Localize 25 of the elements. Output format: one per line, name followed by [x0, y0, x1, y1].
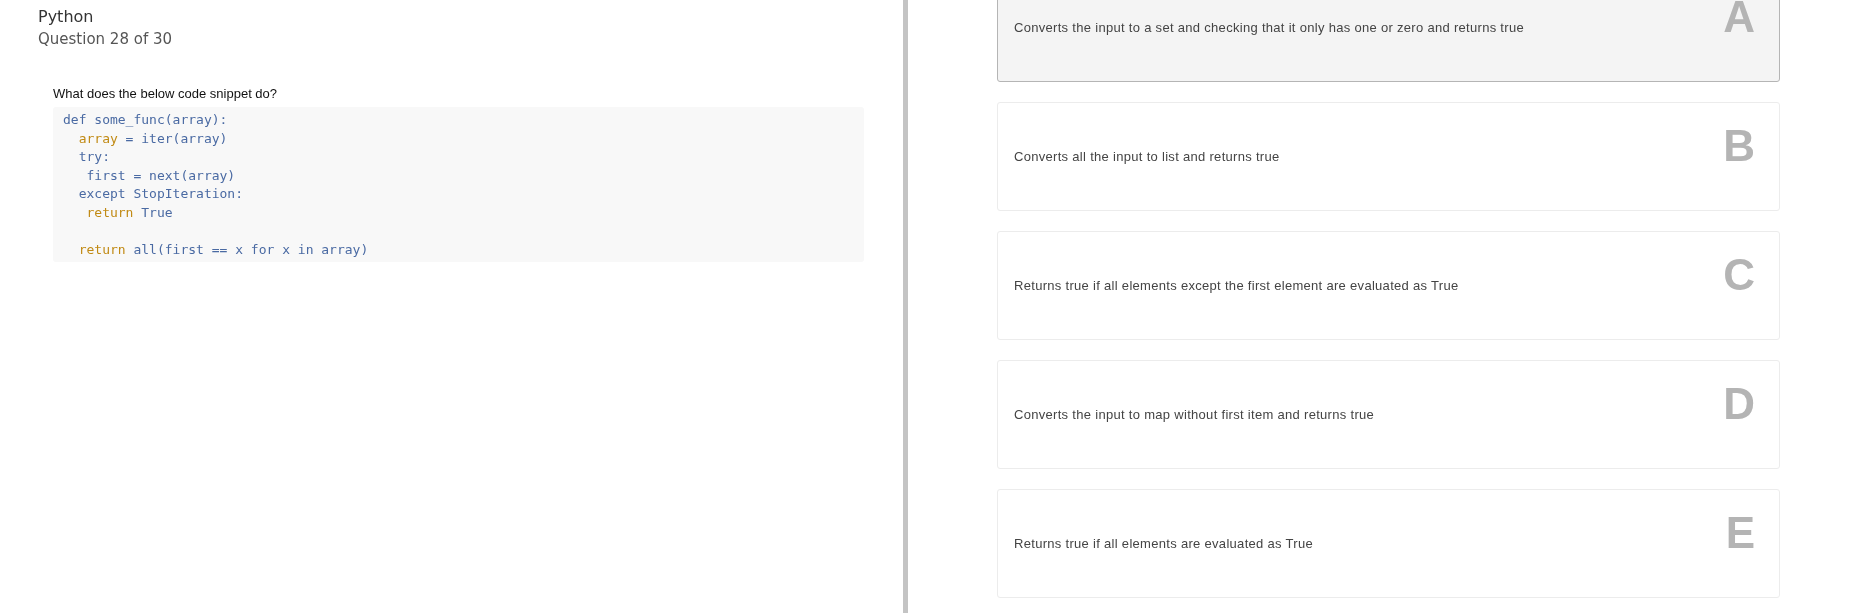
- code-line: except StopIteration:: [77, 185, 244, 204]
- answer-letter: D: [1723, 378, 1755, 429]
- answer-option[interactable]: Converts all the input to list and returns true B: [997, 102, 1780, 211]
- code-line: def some_func(array):: [63, 111, 229, 129]
- code-line: first = next(array): [85, 166, 237, 185]
- answer-option[interactable]: Converts the input to a set and checking that it only has one or zero and returns true A: [997, 0, 1780, 82]
- question-prompt: What does the below code snippet do?: [53, 85, 279, 103]
- answer-text: Returns true if all elements are evaluated as True: [1014, 536, 1313, 551]
- answer-text: Returns true if all elements except the first element are evaluated as True: [1014, 278, 1459, 293]
- answer-letter: B: [1723, 120, 1755, 171]
- code-line: array = iter(array): [77, 129, 229, 148]
- code-line: return True: [85, 203, 174, 222]
- code-line: return all(first == x for x in array): [77, 241, 370, 260]
- question-counter: Question 28 of 30: [38, 29, 174, 50]
- answer-option[interactable]: Returns true if all elements are evaluated as True E: [997, 489, 1780, 598]
- answer-letter: C: [1723, 249, 1755, 300]
- code-line: try:: [77, 148, 111, 167]
- answer-letter: E: [1725, 507, 1755, 558]
- subject-title: Python: [38, 6, 95, 28]
- answer-letter: A: [1723, 0, 1755, 42]
- answer-option[interactable]: Converts the input to map without first item and returns true D: [997, 360, 1780, 469]
- answer-option[interactable]: Returns true if all elements except the first element are evaluated as True C: [997, 231, 1780, 340]
- answer-text: Converts the input to map without first item and returns true: [1014, 407, 1375, 422]
- answer-text: Converts all the input to list and returns true: [1014, 149, 1280, 164]
- answer-text: Converts the input to a set and checking that it only has one or zero and returns true: [1014, 20, 1524, 35]
